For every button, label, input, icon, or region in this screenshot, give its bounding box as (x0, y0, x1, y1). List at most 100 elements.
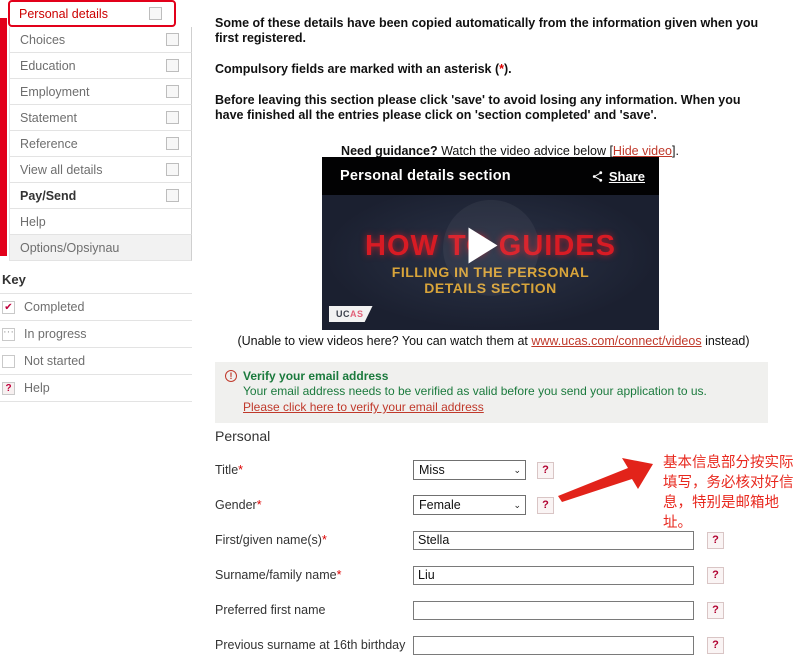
sidebar-item-help[interactable]: Help (9, 209, 192, 235)
sidebar-item-personal-details[interactable]: Personal details (8, 0, 176, 27)
required-asterisk: * (238, 463, 244, 477)
sidebar-item-label: Help (20, 214, 46, 229)
form-row: Preferred first name? (215, 597, 805, 623)
first-given-name-s-input[interactable]: Stella (413, 530, 694, 550)
main-content: Some of these details have been copied a… (215, 0, 805, 655)
sidebar-item-status-checkbox (166, 137, 179, 150)
alert-icon: ! (225, 370, 237, 382)
verify-body-text: Your email address needs to be verified … (243, 384, 707, 398)
form-row: Surname/family name* Liu? (215, 562, 805, 588)
select-value: Female (419, 498, 461, 512)
select-value: Miss (419, 463, 445, 477)
sidebar-item-label: Education (20, 58, 76, 73)
sidebar-item-employment[interactable]: Employment (9, 79, 192, 105)
sidebar-item-label: Statement (20, 110, 77, 125)
annotation-arrow-icon (558, 458, 653, 502)
help-button[interactable]: ? (707, 566, 724, 584)
sidebar-item-status-checkbox (166, 85, 179, 98)
chevron-down-icon: ⌄ (513, 499, 521, 510)
guidance-text: Watch the video advice below [ (437, 144, 613, 158)
previous-surname-at-16th-birthday-input[interactable] (413, 635, 694, 655)
verify-heading-row: ! Verify your email address (225, 369, 758, 383)
field-label: Previous surname at 16th birthday (215, 638, 413, 652)
key-row-help: ? Help (0, 374, 192, 402)
guidance-tail: ]. (672, 144, 679, 158)
key-row-label: Not started (24, 354, 86, 368)
video-player[interactable]: Personal details section Share HOW TO GU… (322, 157, 659, 330)
key-row-label: Help (24, 381, 50, 395)
title-select[interactable]: Miss ⌄ (413, 460, 526, 480)
sidebar-nav-list: Personal details Choices Education Employme… (0, 0, 192, 261)
asterisk-note-post: ). (504, 62, 512, 76)
key-blank-icon (2, 354, 15, 368)
sidebar-item-status-checkbox (166, 33, 179, 46)
key-help-icon: ? (2, 381, 15, 395)
key-dots-icon: ··· (2, 326, 15, 341)
field-label-text: Gender (215, 498, 257, 512)
gender-select[interactable]: Female ⌄ (413, 495, 526, 515)
share-icon (592, 170, 603, 182)
annotation-text: 基本信息部分按实际填写，务必核对好信息，特别是邮箱地址。 (663, 455, 794, 531)
sidebar-item-label: Pay/Send (20, 188, 77, 203)
sidebar-item-label: Options/Opsiynau (20, 240, 120, 255)
field-label: First/given name(s)* (215, 533, 413, 547)
verify-heading: Verify your email address (243, 369, 389, 383)
guidance-line: Need guidance? Watch the video advice be… (215, 144, 805, 158)
form-row: Previous surname at 16th birthday? (215, 632, 805, 658)
key-row-not-started: Not started (0, 347, 192, 374)
sidebar-item-label: Choices (20, 32, 66, 47)
sidebar-item-label: Personal details (19, 6, 108, 21)
field-label-text: Surname/family name (215, 568, 337, 582)
field-label: Title* (215, 463, 413, 477)
share-button[interactable]: Share (591, 169, 645, 184)
sidebar-item-label: View all details (20, 162, 103, 177)
sidebar-item-options-opsiynau[interactable]: Options/Opsiynau (9, 235, 192, 261)
input-value: Liu (418, 568, 435, 582)
video-fallback-post: instead) (701, 334, 750, 348)
sidebar-item-status-checkbox (166, 163, 179, 176)
key-tick-icon: ✔ (2, 300, 15, 314)
video-title-bar: Personal details section Share (322, 157, 659, 195)
sidebar-item-view-all-details[interactable]: View all details (9, 157, 192, 183)
field-label-text: Preferred first name (215, 603, 326, 617)
sidebar-item-label: Employment (20, 84, 90, 99)
sidebar-item-reference[interactable]: Reference (9, 131, 192, 157)
required-asterisk: * (256, 498, 262, 512)
field-label-text: First/given name(s) (215, 533, 322, 547)
field-label: Surname/family name* (215, 568, 413, 582)
key-title: Key (2, 272, 26, 287)
field-label: Gender* (215, 498, 413, 512)
sidebar-item-pay-send[interactable]: Pay/Send (9, 183, 192, 209)
required-asterisk: * (321, 533, 327, 547)
sidebar-item-label: Reference (20, 136, 78, 151)
hide-video-link[interactable]: Hide video (613, 144, 672, 158)
help-button[interactable]: ? (707, 601, 724, 619)
share-label: Share (608, 168, 645, 184)
ucas-videos-link[interactable]: www.ucas.com/connect/videos (531, 334, 701, 348)
sidebar: Personal details Choices Education Employme… (0, 0, 192, 261)
intro-paragraph-1: Some of these details have been copied a… (215, 16, 759, 45)
help-button[interactable]: ? (707, 531, 724, 549)
sidebar-item-status-checkbox (166, 111, 179, 124)
key-row-completed: ✔ Completed (0, 293, 192, 320)
help-button[interactable]: ? (707, 636, 724, 654)
preferred-first-name-input[interactable] (413, 600, 694, 620)
sidebar-item-education[interactable]: Education (9, 53, 192, 79)
video-fallback-line: (Unable to view videos here? You can wat… (215, 334, 772, 348)
verify-email-link[interactable]: Please click here to verify your email a… (243, 400, 758, 414)
video-title: Personal details section (340, 168, 511, 184)
sidebar-item-status-checkbox (149, 7, 162, 20)
sidebar-item-choices[interactable]: Choices (9, 27, 192, 53)
key-row-in-progress: ··· In progress (0, 320, 192, 347)
key-legend: Key ✔ Completed ··· In progress Not started?… (0, 272, 192, 402)
surname-family-name-input[interactable]: Liu (413, 565, 694, 585)
verify-email-banner: ! Verify your email address Your email a… (215, 362, 768, 423)
key-row-label: Completed (24, 300, 85, 314)
page-root: Personal details Choices Education Employme… (0, 0, 805, 670)
sidebar-item-statement[interactable]: Statement (9, 105, 192, 131)
intro-paragraph-3: Before leaving this section please click… (215, 93, 741, 122)
play-icon[interactable] (468, 226, 497, 263)
ucas-logo-as: AS (350, 309, 364, 319)
sidebar-item-status-checkbox (166, 189, 179, 202)
required-asterisk: * (336, 568, 342, 582)
